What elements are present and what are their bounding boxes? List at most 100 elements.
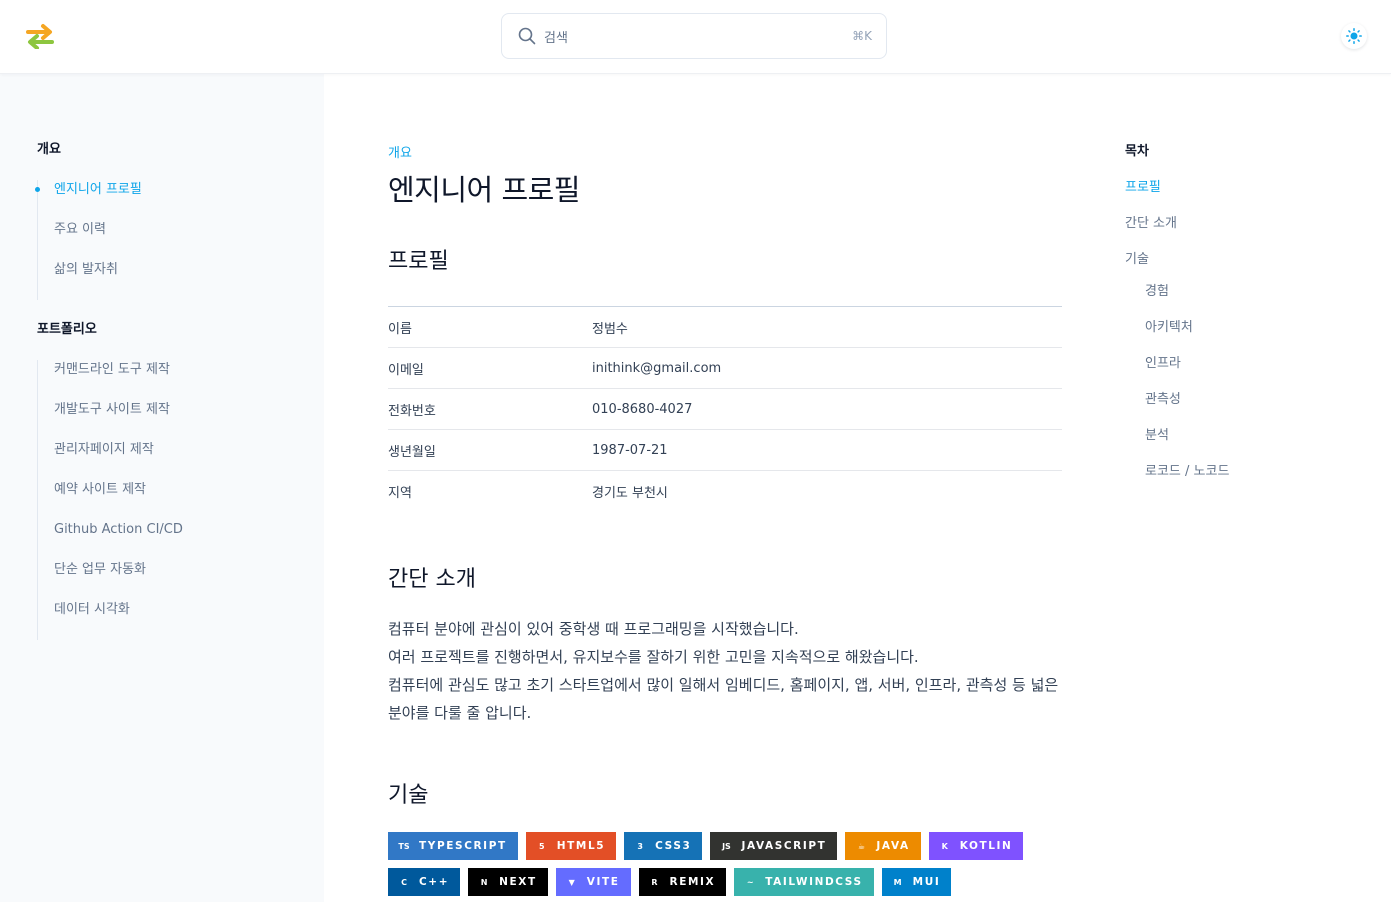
breadcrumb: 개요 xyxy=(388,146,412,161)
remix-icon: R xyxy=(651,877,658,887)
search-shortcut: ⌘K xyxy=(852,29,872,43)
left-sidebar: 개요 엔지니어 프로필 주요 이력 삶의 발자취 포트폴리오 커맨드라인 도구 … xyxy=(0,74,324,902)
section-heading-profile: 프로필 xyxy=(388,249,449,274)
intro-line: 여러 프로젝트를 진행하면서, 유지보수를 잘하기 위한 고민을 지속적으로 해… xyxy=(388,648,919,666)
row-value: 정범수 xyxy=(592,321,628,337)
nav-section-overview: 개요 엔지니어 프로필 주요 이력 삶의 발자취 xyxy=(35,140,142,300)
table-row: 지역 경기도 부천시 xyxy=(388,471,1062,512)
java-icon: ☕ xyxy=(857,841,865,851)
nav-heading: 포트폴리오 xyxy=(37,322,97,337)
badge-label: JAVA xyxy=(876,840,910,852)
css3-icon: 3 xyxy=(637,841,643,851)
sidebar-item-career[interactable]: 주요 이력 xyxy=(38,220,142,260)
sidebar-item-devtools-site[interactable]: 개발도구 사이트 제작 xyxy=(38,400,183,440)
sidebar-item-admin-page[interactable]: 관리자페이지 제작 xyxy=(38,440,183,480)
nav-list: 커맨드라인 도구 제작 개발도구 사이트 제작 관리자페이지 제작 예약 사이트… xyxy=(37,360,183,640)
mui-badge: M MUI xyxy=(881,868,952,896)
table-row: 이름 정범수 xyxy=(388,307,1062,348)
remix-badge: R REMIX xyxy=(638,868,727,896)
tailwindcss-badge: ~ TAILWINDCSS xyxy=(734,868,874,896)
badge-row: TS TYPESCRIPT 5 HTML5 3 CSS3 JS JAVASCRIPT ☕ JAVA… xyxy=(388,832,1062,860)
profile-table: 이름 정범수 이메일 inithink@gmail.com 전화번호 010-8… xyxy=(388,306,1062,512)
css3-badge: 3 CSS3 xyxy=(624,832,703,860)
sidebar-item-automation[interactable]: 단순 업무 자동화 xyxy=(38,560,183,600)
c-badge: C C++ xyxy=(388,868,461,896)
badge-label: MUI xyxy=(912,876,941,888)
badge-label: REMIX xyxy=(669,876,716,888)
mui-icon: M xyxy=(893,877,902,887)
badge-label: TAILWINDCSS xyxy=(765,876,863,888)
row-value: inithink@gmail.com xyxy=(592,360,722,376)
badge-label: C++ xyxy=(419,876,450,888)
sidebar-item-reservation-site[interactable]: 예약 사이트 제작 xyxy=(38,480,183,520)
badge-label: KOTLIN xyxy=(959,840,1013,852)
row-key: 이메일 xyxy=(388,362,424,378)
nav-list: 엔지니어 프로필 주요 이력 삶의 발자취 xyxy=(35,180,142,300)
table-row: 생년월일 1987-07-21 xyxy=(388,430,1062,471)
row-value: 1987-07-21 xyxy=(592,442,668,458)
toc-item-lowcode[interactable]: 로코드 / 노코드 xyxy=(1125,462,1229,498)
toc-item-infra[interactable]: 인프라 xyxy=(1125,354,1229,390)
badge-label: HTML5 xyxy=(556,840,606,852)
kotlin-badge: K KOTLIN xyxy=(928,832,1024,860)
next-badge: N NEXT xyxy=(468,868,548,896)
row-value: 경기도 부천시 xyxy=(592,486,668,501)
row-value: 010-8680-4027 xyxy=(592,401,693,417)
typescript-badge: TS TYPESCRIPT xyxy=(388,832,518,860)
row-key: 이름 xyxy=(388,321,412,337)
badge-label: TYPESCRIPT xyxy=(419,840,507,852)
swap-arrows-logo[interactable] xyxy=(26,23,54,50)
sidebar-item-life[interactable]: 삶의 발자취 xyxy=(38,260,142,300)
row-key: 생년월일 xyxy=(388,444,436,460)
nav-section-portfolio: 포트폴리오 커맨드라인 도구 제작 개발도구 사이트 제작 관리자페이지 제작 … xyxy=(37,320,183,640)
nav-heading: 개요 xyxy=(37,142,61,157)
html5-badge: 5 HTML5 xyxy=(525,832,617,860)
badge-label: CSS3 xyxy=(655,840,692,852)
top-header: 검색 ⌘K xyxy=(0,0,1391,74)
sidebar-item-engineer-profile[interactable]: 엔지니어 프로필 xyxy=(35,180,142,220)
tech-badges: TS TYPESCRIPT 5 HTML5 3 CSS3 JS JAVASCRIPT ☕ JAVA… xyxy=(388,832,1062,902)
toc-heading: 목차 xyxy=(1125,144,1149,159)
row-key: 전화번호 xyxy=(388,403,436,419)
section-heading-tech: 기술 xyxy=(388,783,429,808)
kotlin-icon: K xyxy=(941,841,948,851)
javascript-badge: JS JAVASCRIPT xyxy=(710,832,838,860)
toc-item-observability[interactable]: 관측성 xyxy=(1125,390,1229,426)
intro-line: 분야를 다룰 줄 압니다. xyxy=(388,704,532,722)
search-input[interactable]: 검색 ⌘K xyxy=(501,13,887,59)
cplusplus-icon: C xyxy=(401,877,407,887)
search-icon xyxy=(518,27,536,45)
sidebar-item-github-action[interactable]: Github Action CI/CD xyxy=(38,520,183,560)
vite-icon: ▼ xyxy=(568,877,575,887)
sun-icon xyxy=(1346,28,1362,44)
page-title: 엔지니어 프로필 xyxy=(388,173,580,207)
intro-paragraph: 컴퓨터 분야에 관심이 있어 중학생 때 프로그래밍을 시작했습니다. 여러 프… xyxy=(388,615,1068,727)
toc-item-profile[interactable]: 프로필 xyxy=(1125,178,1229,214)
toc-item-intro[interactable]: 간단 소개 xyxy=(1125,214,1229,250)
sidebar-item-cli-tool[interactable]: 커맨드라인 도구 제작 xyxy=(38,360,183,400)
table-row: 이메일 inithink@gmail.com xyxy=(388,348,1062,389)
nextjs-icon: N xyxy=(480,877,488,887)
typescript-icon: TS xyxy=(398,841,410,851)
badge-row: C C++ N NEXT ▼ VITE R REMIX ~ TAILWINDCSS M MUI xyxy=(388,868,1062,896)
intro-line: 컴퓨터에 관심도 많고 초기 스타트업에서 많이 일해서 임베디드, 홈페이지,… xyxy=(388,676,1059,694)
search-placeholder: 검색 xyxy=(544,30,568,46)
badge-label: NEXT xyxy=(499,876,537,888)
row-key: 지역 xyxy=(388,486,412,501)
section-heading-intro: 간단 소개 xyxy=(388,567,476,592)
toc-item-analytics[interactable]: 분석 xyxy=(1125,426,1229,462)
toc-item-experience[interactable]: 경험 xyxy=(1125,282,1229,318)
table-row: 전화번호 010-8680-4027 xyxy=(388,389,1062,430)
toc-item-architecture[interactable]: 아키텍처 xyxy=(1125,318,1229,354)
vite-badge: ▼ VITE xyxy=(555,868,631,896)
sidebar-item-data-viz[interactable]: 데이터 시각화 xyxy=(38,600,183,640)
html5-icon: 5 xyxy=(538,841,545,851)
javascript-icon: JS xyxy=(722,841,731,851)
intro-line: 컴퓨터 분야에 관심이 있어 중학생 때 프로그래밍을 시작했습니다. xyxy=(388,620,799,638)
badge-label: VITE xyxy=(586,876,620,888)
java-badge: ☕ JAVA xyxy=(845,832,921,860)
theme-toggle-button[interactable] xyxy=(1341,23,1367,49)
badge-label: JAVASCRIPT xyxy=(741,840,827,852)
toc-item-tech[interactable]: 기술 xyxy=(1125,250,1229,282)
tailwind-icon: ~ xyxy=(746,877,754,887)
